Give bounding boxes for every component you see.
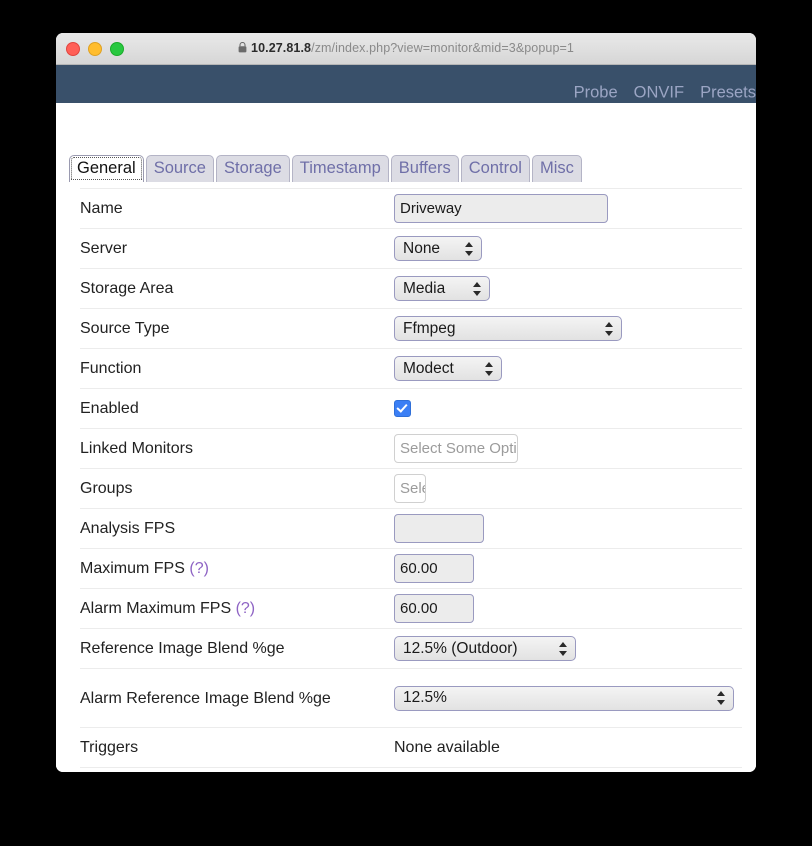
label-maximum-fps-text: Maximum FPS [80,560,185,577]
form-actions: SAVE CANCEL [80,768,742,772]
alarm-reference-image-blend-select[interactable]: 12.5% [394,685,734,711]
tab-bar: General Source Storage Timestamp Buffers… [69,155,582,182]
field-alarm-reference-image-blend: 12.5% [394,685,742,711]
maximum-fps-help-link[interactable]: (?) [189,560,209,577]
alarm-reference-image-blend-value: 12.5% [403,689,447,706]
label-triggers: Triggers [80,739,139,756]
chevron-updown-icon [473,281,482,297]
field-maximum-fps [394,554,742,583]
browser-titlebar: 10.27.81.8/zm/index.php?view=monitor&mid… [56,33,756,65]
name-input[interactable] [394,194,608,223]
enabled-checkbox[interactable] [394,400,411,417]
row-groups: Groups Select Some Options [80,469,742,509]
chevron-updown-icon [465,241,474,257]
chevron-updown-icon [559,641,568,657]
row-function: Function Modect [80,349,742,389]
field-reference-image-blend: 12.5% (Outdoor) [394,636,742,661]
label-source-type: Source Type [80,320,170,337]
chevron-updown-icon [485,361,494,377]
label-linked-monitors: Linked Monitors [80,440,193,457]
source-type-select-value: Ffmpeg [403,319,456,337]
row-enabled: Enabled [80,389,742,429]
row-alarm-reference-image-blend: Alarm Reference Image Blend %ge 12.5% [80,669,742,728]
window-controls [66,42,124,56]
label-function: Function [80,360,142,377]
source-type-select[interactable]: Ffmpeg [394,316,622,341]
alarm-maximum-fps-help-link[interactable]: (?) [236,600,256,617]
minimize-button[interactable] [88,42,102,56]
label-alarm-reference-image-blend: Alarm Reference Image Blend %ge [80,689,331,707]
row-linked-monitors: Linked Monitors Select Some Options [80,429,742,469]
maximum-fps-input[interactable] [394,554,474,583]
label-maximum-fps: Maximum FPS (?) [80,558,394,579]
url-host: 10.27.81.8 [251,41,312,55]
close-button[interactable] [66,42,80,56]
field-analysis-fps [394,514,742,543]
field-linked-monitors: Select Some Options [394,434,742,463]
field-triggers: None available [394,739,742,757]
server-select[interactable]: None [394,236,482,261]
groups-select[interactable]: Select Some Options [394,474,426,503]
analysis-fps-input[interactable] [394,514,484,543]
tab-buffers[interactable]: Buffers [390,155,459,182]
page-content: General Source Storage Timestamp Buffers… [56,103,756,772]
address-bar[interactable]: 10.27.81.8/zm/index.php?view=monitor&mid… [56,41,756,56]
label-name: Name [80,200,123,217]
field-function: Modect [394,356,742,381]
field-alarm-maximum-fps [394,594,742,623]
tab-timestamp[interactable]: Timestamp [291,155,389,182]
row-triggers: Triggers None available [80,728,742,768]
label-reference-image-blend: Reference Image Blend %ge [80,640,285,657]
nav-item-probe[interactable]: Probe [574,84,618,103]
row-maximum-fps: Maximum FPS (?) [80,549,742,589]
row-alarm-maximum-fps: Alarm Maximum FPS (?) [80,589,742,629]
row-analysis-fps: Analysis FPS [80,509,742,549]
label-analysis-fps: Analysis FPS [80,520,176,537]
alarm-maximum-fps-input[interactable] [394,594,474,623]
row-storage-area: Storage Area Media [80,269,742,309]
triggers-value: None available [394,738,500,756]
chevron-updown-icon [717,690,726,706]
field-enabled [394,400,742,417]
monitor-general-form: Name Server None Storage Area [80,188,742,772]
field-storage-area: Media [394,276,742,301]
storage-area-select[interactable]: Media [394,276,490,301]
tab-misc[interactable]: Misc [531,155,582,182]
label-alarm-maximum-fps: Alarm Maximum FPS (?) [80,598,394,619]
row-reference-image-blend: Reference Image Blend %ge 12.5% (Outdoor… [80,629,742,669]
field-server: None [394,236,742,261]
storage-area-select-value: Media [403,279,446,297]
label-enabled: Enabled [80,400,139,417]
zoom-button[interactable] [110,42,124,56]
function-select-value: Modect [403,359,454,377]
field-name [394,194,742,223]
label-groups: Groups [80,480,133,497]
label-storage-area: Storage Area [80,280,174,297]
tab-general[interactable]: General [69,155,144,182]
linked-monitors-select[interactable]: Select Some Options [394,434,518,463]
row-source-type: Source Type Ffmpeg [80,309,742,349]
reference-image-blend-value: 12.5% (Outdoor) [403,639,518,657]
url-path: /zm/index.php?view=monitor&mid=3&popup=1 [311,41,574,55]
tab-source[interactable]: Source [145,155,214,182]
row-server: Server None [80,229,742,269]
row-name: Name [80,188,742,229]
tab-storage[interactable]: Storage [215,155,290,182]
reference-image-blend-select[interactable]: 12.5% (Outdoor) [394,636,576,661]
chevron-updown-icon [605,321,614,337]
label-server: Server [80,240,128,257]
function-select[interactable]: Modect [394,356,502,381]
label-alarm-maximum-fps-text: Alarm Maximum FPS [80,600,232,617]
header-nav: Probe ONVIF Presets [574,84,756,103]
server-select-value: None [403,239,441,257]
nav-item-onvif[interactable]: ONVIF [634,84,684,103]
browser-window: 10.27.81.8/zm/index.php?view=monitor&mid… [56,33,756,772]
nav-item-presets[interactable]: Presets [700,84,756,103]
field-source-type: Ffmpeg [394,316,742,341]
field-groups: Select Some Options [394,474,742,503]
tab-control[interactable]: Control [460,155,530,182]
lock-icon [238,41,247,56]
